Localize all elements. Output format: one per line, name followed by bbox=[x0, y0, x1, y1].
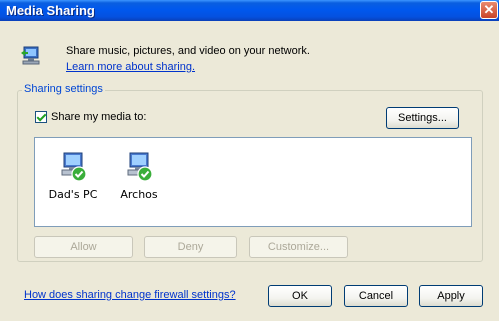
device-item-archos[interactable]: Archos bbox=[109, 150, 169, 201]
sharing-settings-label: Sharing settings bbox=[22, 83, 105, 95]
settings-button[interactable]: Settings... bbox=[386, 107, 459, 129]
share-media-label[interactable]: Share my media to: bbox=[51, 111, 146, 123]
window-title: Media Sharing bbox=[6, 3, 95, 18]
close-icon: ✕ bbox=[483, 2, 495, 17]
device-label: Archos bbox=[120, 188, 158, 201]
devices-list[interactable]: Dad's PC Archos bbox=[34, 137, 472, 227]
learn-more-link[interactable]: Learn more about sharing. bbox=[66, 61, 195, 73]
device-item-dads-pc[interactable]: Dad's PC bbox=[43, 150, 103, 201]
close-button[interactable]: ✕ bbox=[480, 1, 498, 19]
deny-button[interactable]: Deny bbox=[144, 236, 237, 258]
device-label: Dad's PC bbox=[48, 188, 98, 201]
computer-shared-icon bbox=[61, 152, 87, 182]
media-sharing-dialog: Media Sharing ✕ Share music, pictures, a… bbox=[0, 0, 499, 321]
apply-button[interactable]: Apply bbox=[419, 285, 483, 307]
media-sharing-icon bbox=[21, 46, 40, 65]
cancel-button[interactable]: Cancel bbox=[344, 285, 408, 307]
firewall-settings-link[interactable]: How does sharing change firewall setting… bbox=[24, 289, 236, 301]
computer-shared-icon bbox=[127, 152, 153, 182]
share-media-checkbox[interactable] bbox=[35, 111, 47, 123]
allow-button[interactable]: Allow bbox=[34, 236, 133, 258]
title-bar[interactable]: Media Sharing ✕ bbox=[0, 0, 499, 21]
ok-button[interactable]: OK bbox=[268, 285, 332, 307]
intro-text: Share music, pictures, and video on your… bbox=[66, 45, 310, 57]
customize-button[interactable]: Customize... bbox=[249, 236, 348, 258]
